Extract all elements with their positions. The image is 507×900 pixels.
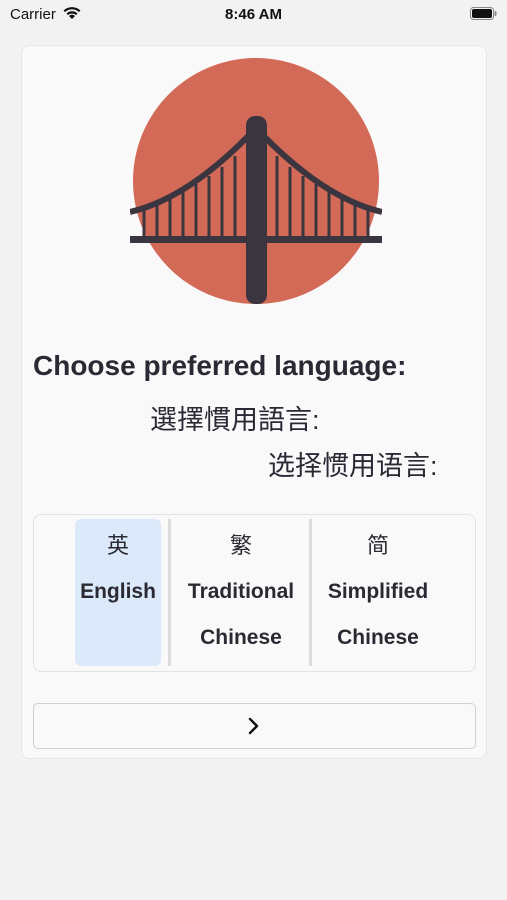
language-selector: 英 English 繁 Traditional Chinese 简 Simpli… (33, 514, 476, 672)
language-label: Simplified (327, 580, 429, 603)
language-char: 英 (106, 533, 129, 558)
status-bar: Carrier 8:46 AM (0, 0, 507, 30)
language-label: Traditional (187, 580, 295, 603)
language-label: English (80, 580, 156, 603)
heading-english: Choose preferred language: (33, 350, 407, 381)
language-card: Choose preferred language: 選擇慣用語言: 选择惯用语… (21, 45, 487, 759)
language-option-simplified-chinese[interactable]: 简 Simplified Chinese (315, 519, 441, 666)
language-option-english[interactable]: 英 English (75, 519, 161, 666)
language-label-line2: Chinese (200, 626, 282, 649)
language-char: 简 (366, 533, 389, 558)
language-label-line2: Chinese (337, 626, 419, 649)
golden-gate-bridge-icon (130, 58, 382, 304)
status-time: 8:46 AM (225, 6, 282, 23)
divider (168, 519, 171, 666)
next-button[interactable] (33, 703, 476, 749)
chevron-right-icon (248, 717, 259, 735)
language-option-traditional-chinese[interactable]: 繁 Traditional Chinese (174, 519, 308, 666)
language-char: 繁 (229, 533, 252, 558)
heading-traditional-chinese: 選擇慣用語言: (150, 405, 320, 435)
divider (309, 519, 312, 666)
battery-icon (470, 7, 497, 20)
heading-simplified-chinese: 选择惯用语言: (268, 451, 438, 481)
